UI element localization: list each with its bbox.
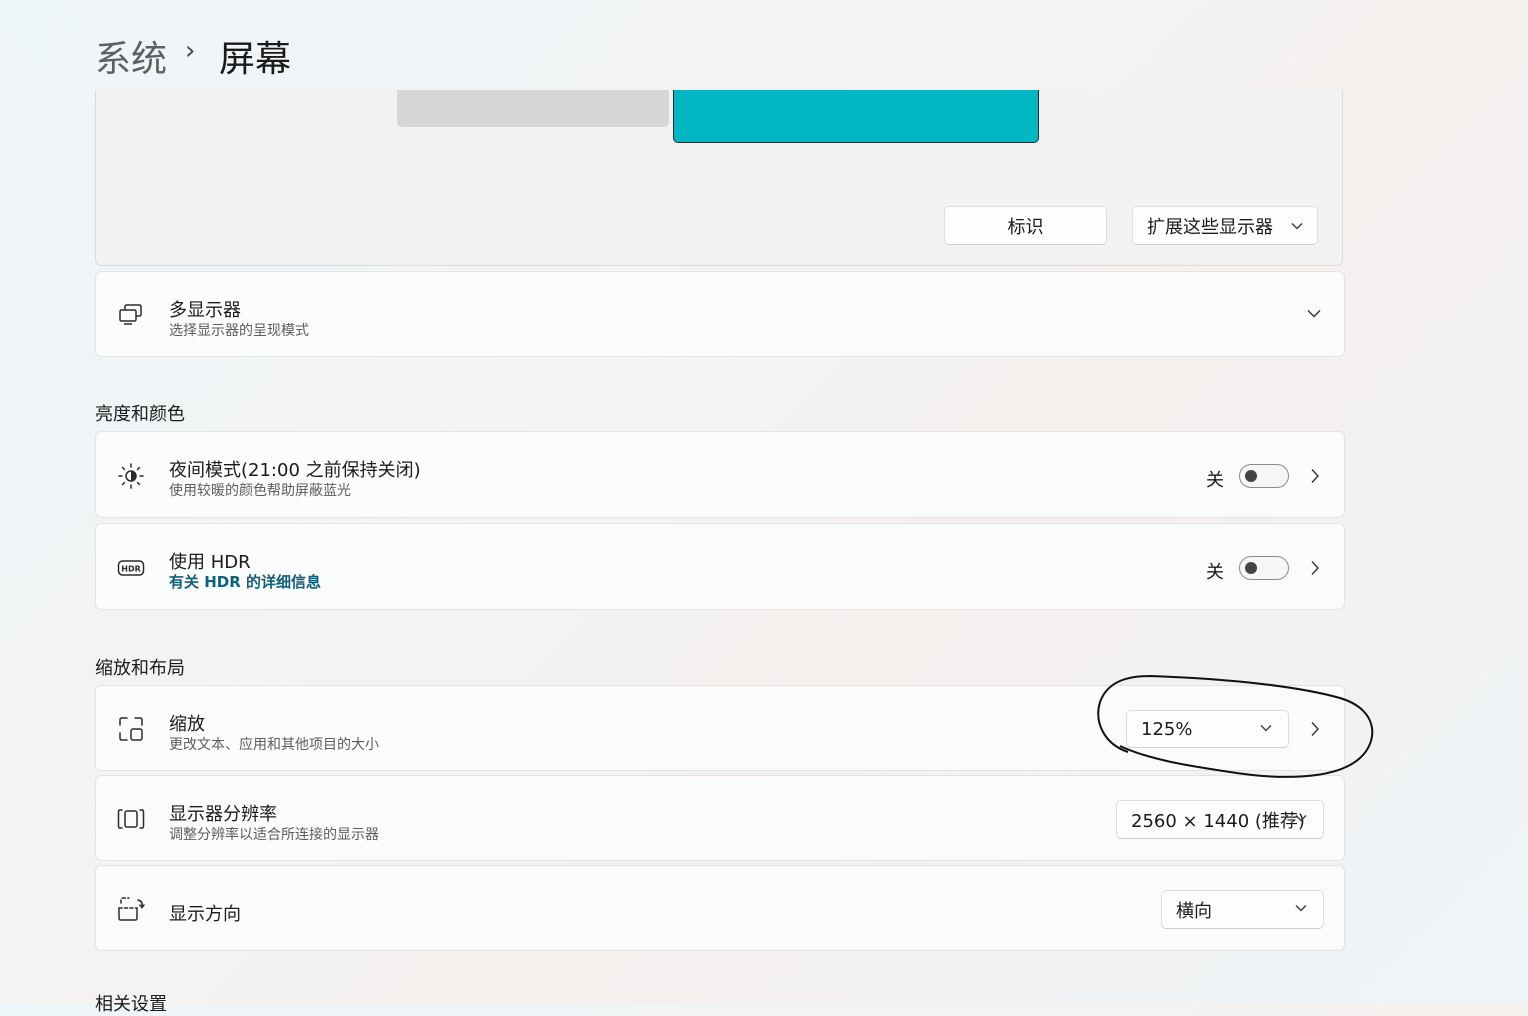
scale-icon: [117, 715, 145, 743]
multi-display-card[interactable]: 多显示器 选择显示器的呈现模式: [95, 271, 1345, 357]
resolution-icon: [117, 805, 145, 833]
hdr-icon: HDR: [117, 554, 145, 582]
scale-title: 缩放: [169, 714, 205, 735]
identify-button-label: 标识: [1007, 216, 1044, 238]
svg-text:HDR: HDR: [121, 565, 141, 574]
multi-display-subtitle: 选择显示器的呈现模式: [169, 323, 309, 339]
display-2-tile[interactable]: [397, 90, 669, 127]
night-mode-toggle[interactable]: [1239, 464, 1289, 488]
display-1-tile[interactable]: [673, 90, 1039, 143]
rotate-display-icon: [117, 895, 145, 923]
chevron-down-icon: [1295, 905, 1307, 912]
night-mode-state: 关: [1206, 470, 1224, 491]
breadcrumb-separator: ›: [185, 36, 196, 66]
resolution-value: 2560 × 1440 (推荐): [1131, 810, 1305, 832]
chevron-down-icon[interactable]: [1307, 309, 1321, 318]
extend-displays-label: 扩展这些显示器: [1147, 216, 1273, 238]
chevron-down-icon: [1291, 222, 1303, 229]
brightness-icon: [117, 462, 145, 490]
section-heading-related-settings: 相关设置: [95, 994, 167, 1015]
orientation-card: 显示方向 横向: [95, 865, 1345, 951]
resolution-card: 显示器分辨率 调整分辨率以适合所连接的显示器 2560 × 1440 (推荐): [95, 775, 1345, 861]
multiple-displays-icon: [117, 301, 145, 329]
scale-value: 125%: [1141, 718, 1193, 740]
night-mode-card[interactable]: 夜间模式(21:00 之前保持关闭) 使用较暖的颜色帮助屏蔽蓝光 关: [95, 431, 1345, 518]
scale-card[interactable]: 缩放 更改文本、应用和其他项目的大小 125%: [95, 685, 1345, 771]
chevron-right-icon[interactable]: [1307, 560, 1323, 576]
scale-dropdown[interactable]: 125%: [1126, 710, 1289, 748]
resolution-dropdown[interactable]: 2560 × 1440 (推荐): [1116, 800, 1324, 839]
chevron-right-icon[interactable]: [1307, 721, 1323, 737]
section-heading-brightness: 亮度和颜色: [95, 404, 185, 425]
identify-button[interactable]: 标识: [944, 206, 1107, 245]
orientation-dropdown[interactable]: 横向: [1161, 890, 1324, 929]
night-mode-subtitle: 使用较暖的颜色帮助屏蔽蓝光: [169, 483, 351, 499]
scale-subtitle: 更改文本、应用和其他项目的大小: [169, 737, 379, 753]
multi-display-title: 多显示器: [169, 300, 241, 321]
orientation-title: 显示方向: [169, 904, 241, 925]
night-mode-title: 夜间模式(21:00 之前保持关闭): [169, 460, 421, 481]
orientation-value: 横向: [1176, 900, 1212, 922]
hdr-toggle[interactable]: [1239, 556, 1289, 580]
chevron-down-icon: [1295, 815, 1307, 822]
resolution-subtitle: 调整分辨率以适合所连接的显示器: [169, 827, 379, 843]
hdr-learn-more-link[interactable]: 有关 HDR 的详细信息: [169, 571, 321, 592]
chevron-right-icon[interactable]: [1307, 468, 1323, 484]
extend-displays-dropdown[interactable]: 扩展这些显示器: [1132, 206, 1318, 245]
hdr-state: 关: [1206, 562, 1224, 583]
section-heading-scale-layout: 缩放和布局: [95, 658, 185, 679]
chevron-down-icon: [1260, 725, 1272, 732]
page-title: 屏幕: [219, 39, 292, 80]
hdr-card[interactable]: HDR 使用 HDR 有关 HDR 的详细信息 关: [95, 523, 1345, 610]
resolution-title: 显示器分辨率: [169, 804, 277, 825]
breadcrumb-parent[interactable]: 系统: [95, 30, 167, 82]
